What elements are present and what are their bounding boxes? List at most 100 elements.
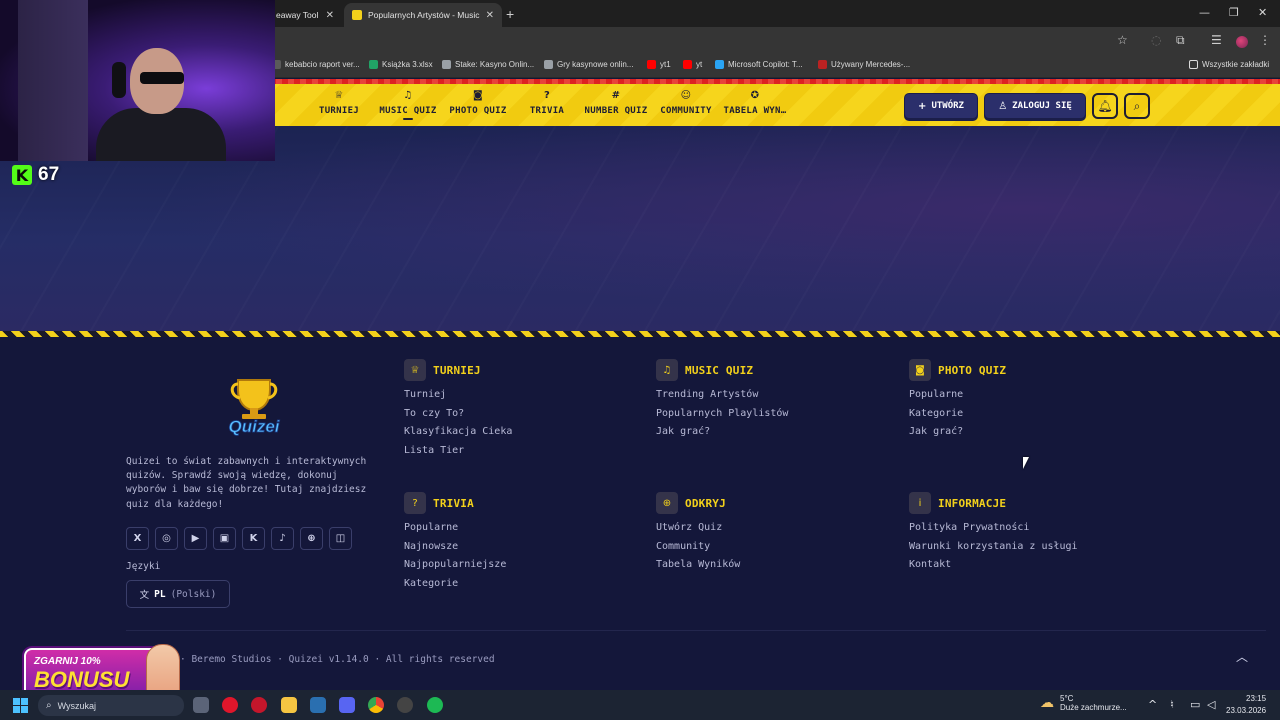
footer-link[interactable]: Community — [656, 538, 740, 557]
windows-start-icon[interactable] — [13, 698, 28, 713]
steam-icon[interactable] — [310, 697, 326, 713]
bookmark-item[interactable]: Microsoft Copilot: T... — [715, 60, 803, 69]
footer-link[interactable]: Kategorie — [404, 575, 506, 594]
bookmark-star-icon[interactable]: ☆ — [1117, 33, 1128, 47]
bookmark-item[interactable]: Stake: Kasyno Onlin... — [442, 60, 534, 69]
copyright-text: · Beremo Studios · Quizei v1.14.0 · All … — [180, 654, 495, 665]
all-bookmarks-folder[interactable]: Wszystkie zakładki — [1189, 60, 1269, 69]
system-clock[interactable]: 23:15 23.03.2026 — [1226, 693, 1266, 717]
weather-widget[interactable]: ☁ 5°C Duże zachmurze... — [1040, 694, 1127, 712]
kick-icon[interactable]: K — [242, 527, 265, 550]
spotify-icon[interactable] — [427, 697, 443, 713]
tab-title: eaway Tool — [276, 10, 319, 20]
footer-link[interactable]: Kontakt — [909, 556, 1078, 575]
bookmark-item[interactable]: kebabcio raport ver... — [272, 60, 360, 69]
bookmark-item[interactable]: Gry kasynowe onlin... — [544, 60, 633, 69]
bookmark-item[interactable]: yt1 — [647, 60, 671, 69]
chrome-icon[interactable] — [368, 697, 384, 713]
discord-icon[interactable]: ◫ — [329, 527, 352, 550]
music-icon: ♫ — [656, 359, 678, 381]
search-button[interactable]: ⌕ — [1124, 93, 1150, 119]
tiktok-icon[interactable]: ♪ — [271, 527, 294, 550]
network-icon[interactable]: ▭ — [1190, 698, 1200, 711]
instagram-icon[interactable]: ◎ — [155, 527, 178, 550]
bookmark-label: Stake: Kasyno Onlin... — [455, 60, 535, 69]
notifications-button[interactable]: 🔔︎ — [1092, 93, 1118, 119]
bell-icon: 🔔︎ — [1097, 99, 1113, 113]
footer-link[interactable]: Warunki korzystania z usługi — [909, 538, 1078, 557]
quizei-favicon-icon — [352, 10, 362, 20]
globe-icon[interactable]: ⊕ — [300, 527, 323, 550]
footer-link[interactable]: Jak grać? — [656, 423, 788, 442]
youtube-icon — [647, 60, 656, 69]
bookmark-item[interactable]: Książka 3.xlsx — [369, 60, 433, 69]
footer-link[interactable]: Polityka Prywatności — [909, 519, 1078, 538]
camera-icon: ◙ — [909, 359, 931, 381]
browser-tab-active[interactable]: Popularnych Artystów - Music Q ✕ — [344, 3, 502, 27]
chevron-up-icon[interactable]: ^ — [1148, 698, 1157, 711]
nav-item-trivia[interactable]: ? TRIVIA — [512, 89, 582, 116]
footer-link[interactable]: Lista Tier — [404, 442, 512, 461]
create-button[interactable]: + UTWÓRZ — [904, 93, 978, 119]
footer-divider — [126, 630, 1266, 631]
footer-link[interactable]: Turniej — [404, 386, 512, 405]
excel-icon — [369, 60, 378, 69]
extension-icon[interactable]: ◌ — [1151, 33, 1161, 47]
restore-icon[interactable]: ❐ — [1229, 6, 1239, 19]
puzzle-extensions-icon[interactable]: ⧉ — [1176, 33, 1185, 48]
copilot-icon — [715, 60, 724, 69]
footer-link[interactable]: Najnowsze — [404, 538, 506, 557]
bookmark-item[interactable]: yt — [683, 60, 702, 69]
browser-menu-icon[interactable]: ⋮ — [1259, 33, 1271, 47]
footer-link[interactable]: Trending Artystów — [656, 386, 788, 405]
close-tab-icon[interactable]: ✕ — [486, 10, 494, 21]
window-close-icon[interactable]: ✕ — [1258, 6, 1267, 19]
login-button[interactable]: ♙ ZALOGUJ SIĘ — [984, 93, 1086, 119]
microphone-icon[interactable]: ♮ — [1170, 698, 1174, 711]
browser-tab[interactable]: eaway Tool ✕ — [268, 3, 342, 27]
bookmark-item[interactable]: Używany Mercedes-... — [818, 60, 910, 69]
file-explorer-icon[interactable] — [281, 697, 297, 713]
footer-column-title: ODKRYJ — [685, 496, 726, 510]
twitch-icon[interactable]: ▣ — [213, 527, 236, 550]
footer-link[interactable]: Klasyfikacja Cieka — [404, 423, 512, 442]
footer-link[interactable]: Popularne — [404, 519, 506, 538]
taskbar-search[interactable]: ⌕ Wyszukaj — [38, 695, 184, 716]
footer-link[interactable]: Popularnych Playlistów — [656, 405, 788, 424]
opera-gx-icon[interactable] — [251, 697, 267, 713]
language-selector[interactable]: 文 PL (Polski) — [126, 580, 230, 608]
x-icon[interactable]: X — [126, 527, 149, 550]
bookmark-label: Książka 3.xlsx — [382, 60, 433, 69]
nav-item-turniej[interactable]: ♕ TURNIEJ — [304, 89, 374, 116]
quizei-logo[interactable]: Quizei — [214, 374, 294, 438]
tab-search-icon[interactable]: ☰ — [1211, 33, 1222, 47]
discord-icon[interactable] — [339, 697, 355, 713]
nav-item-number-quiz[interactable]: # NUMBER QUIZ — [581, 89, 651, 116]
volume-icon[interactable]: ◁ — [1207, 698, 1215, 711]
windows-taskbar: ⌕ Wyszukaj ☁ 5°C Duże zachmurze... ^ ♮ ▭… — [0, 690, 1280, 720]
profile-avatar[interactable] — [1236, 36, 1248, 48]
footer-link[interactable]: Tabela Wyników — [656, 556, 740, 575]
footer-link[interactable]: To czy To? — [404, 405, 512, 424]
footer-link[interactable]: Utwórz Quiz — [656, 519, 740, 538]
scroll-to-top-chevron-up-icon[interactable]: ︿ — [1236, 648, 1248, 665]
nav-item-photo-quiz[interactable]: ◙ PHOTO QUIZ — [443, 89, 513, 116]
task-view-icon[interactable] — [193, 697, 209, 713]
bookmark-favicon-icon — [818, 60, 827, 69]
footer-link[interactable]: Popularne — [909, 386, 1006, 405]
bookmark-label: yt — [696, 60, 703, 69]
minimize-icon[interactable]: — — [1199, 6, 1210, 19]
opera-icon[interactable] — [222, 697, 238, 713]
nav-item-leaderboard[interactable]: ✪ TABELA WYN… — [720, 89, 790, 116]
footer-column-music-quiz: ♫ MUSIC QUIZ Trending Artystów Popularnyc… — [656, 359, 788, 442]
nav-item-music-quiz[interactable]: ♫ MUSIC QUIZ — [373, 89, 443, 120]
new-tab-icon[interactable]: + — [506, 6, 514, 22]
info-icon: i — [909, 492, 931, 514]
footer-link[interactable]: Jak grać? — [909, 423, 1006, 442]
app-icon[interactable] — [397, 697, 413, 713]
youtube-icon[interactable]: ▶ — [184, 527, 207, 550]
close-tab-icon[interactable]: ✕ — [326, 10, 334, 21]
nav-item-community[interactable]: ☺ COMMUNITY — [651, 89, 721, 116]
footer-link[interactable]: Najpopularniejsze — [404, 556, 506, 575]
footer-link[interactable]: Kategorie — [909, 405, 1006, 424]
